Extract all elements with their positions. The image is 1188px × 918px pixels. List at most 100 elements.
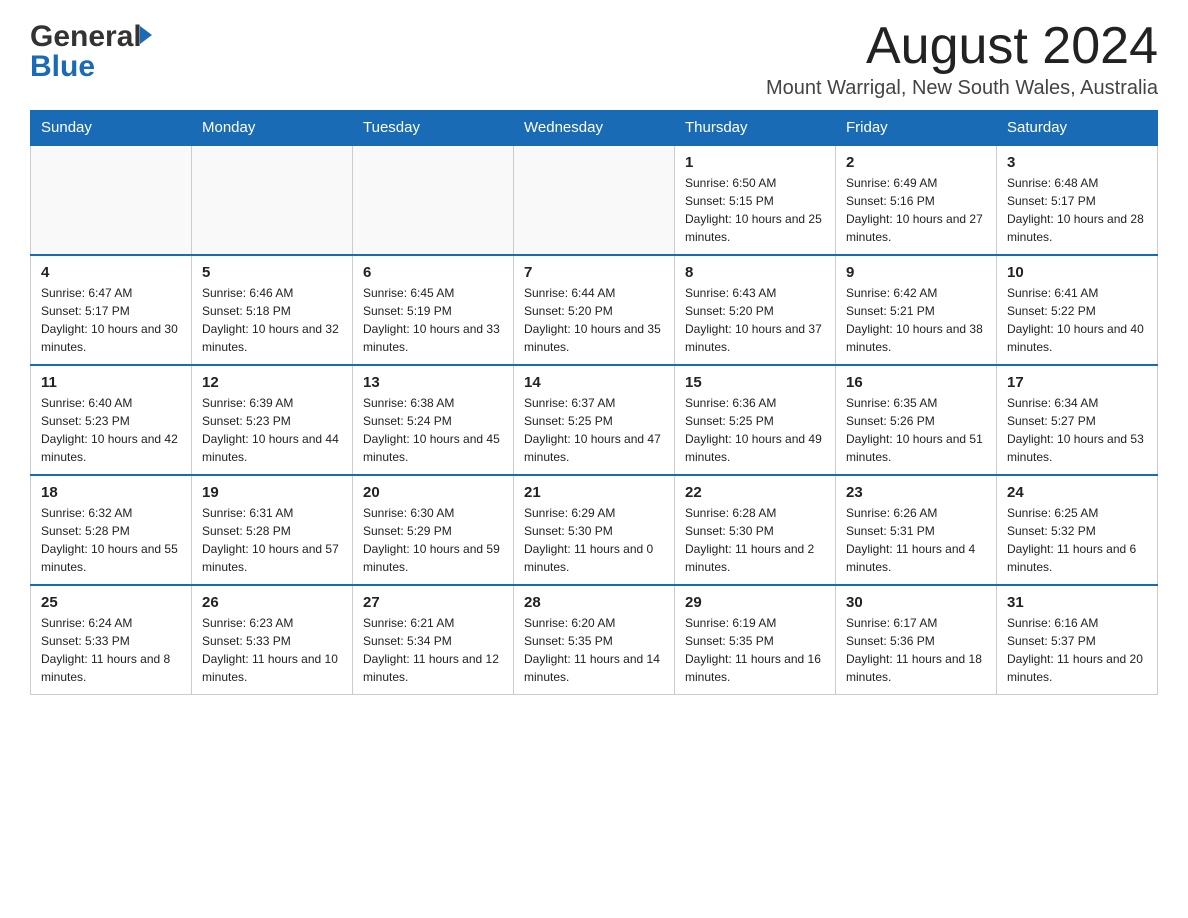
day-info: Sunrise: 6:42 AM Sunset: 5:21 PM Dayligh… (846, 284, 986, 356)
calendar-week-1: 1 Sunrise: 6:50 AM Sunset: 5:15 PM Daylig… (31, 145, 1158, 255)
calendar-header-wednesday: Wednesday (514, 111, 675, 146)
day-info: Sunrise: 6:24 AM Sunset: 5:33 PM Dayligh… (41, 614, 181, 686)
day-info: Sunrise: 6:20 AM Sunset: 5:35 PM Dayligh… (524, 614, 664, 686)
day-number: 9 (846, 264, 986, 281)
day-info: Sunrise: 6:34 AM Sunset: 5:27 PM Dayligh… (1007, 394, 1147, 466)
calendar-cell: 16 Sunrise: 6:35 AM Sunset: 5:26 PM Dayli… (836, 365, 997, 475)
day-info: Sunrise: 6:37 AM Sunset: 5:25 PM Dayligh… (524, 394, 664, 466)
calendar-week-4: 18 Sunrise: 6:32 AM Sunset: 5:28 PM Dayli… (31, 475, 1158, 585)
day-number: 16 (846, 374, 986, 391)
day-number: 5 (202, 264, 342, 281)
day-number: 31 (1007, 594, 1147, 611)
day-info: Sunrise: 6:49 AM Sunset: 5:16 PM Dayligh… (846, 174, 986, 246)
day-info: Sunrise: 6:32 AM Sunset: 5:28 PM Dayligh… (41, 504, 181, 576)
day-number: 3 (1007, 154, 1147, 171)
calendar-cell: 6 Sunrise: 6:45 AM Sunset: 5:19 PM Daylig… (353, 255, 514, 365)
day-info: Sunrise: 6:19 AM Sunset: 5:35 PM Dayligh… (685, 614, 825, 686)
calendar-cell (353, 145, 514, 255)
calendar-cell: 11 Sunrise: 6:40 AM Sunset: 5:23 PM Dayli… (31, 365, 192, 475)
day-number: 20 (363, 484, 503, 501)
day-info: Sunrise: 6:29 AM Sunset: 5:30 PM Dayligh… (524, 504, 664, 576)
day-info: Sunrise: 6:31 AM Sunset: 5:28 PM Dayligh… (202, 504, 342, 576)
day-info: Sunrise: 6:21 AM Sunset: 5:34 PM Dayligh… (363, 614, 503, 686)
calendar-cell: 24 Sunrise: 6:25 AM Sunset: 5:32 PM Dayli… (997, 475, 1158, 585)
calendar-header-thursday: Thursday (675, 111, 836, 146)
day-number: 24 (1007, 484, 1147, 501)
day-number: 14 (524, 374, 664, 391)
calendar-header-row: SundayMondayTuesdayWednesdayThursdayFrid… (31, 111, 1158, 146)
day-number: 19 (202, 484, 342, 501)
calendar-cell: 26 Sunrise: 6:23 AM Sunset: 5:33 PM Dayli… (192, 585, 353, 695)
calendar-cell: 23Sunrise: 6:26 AM Sunset: 5:31 PM Dayli… (836, 475, 997, 585)
day-info: Sunrise: 6:50 AM Sunset: 5:15 PM Dayligh… (685, 174, 825, 246)
calendar-cell (514, 145, 675, 255)
day-number: 27 (363, 594, 503, 611)
day-number: 18 (41, 484, 181, 501)
calendar-cell: 13 Sunrise: 6:38 AM Sunset: 5:24 PM Dayli… (353, 365, 514, 475)
day-info: Sunrise: 6:45 AM Sunset: 5:19 PM Dayligh… (363, 284, 503, 356)
calendar-cell (31, 145, 192, 255)
day-number: 13 (363, 374, 503, 391)
day-info: Sunrise: 6:46 AM Sunset: 5:18 PM Dayligh… (202, 284, 342, 356)
day-info: Sunrise: 6:28 AM Sunset: 5:30 PM Dayligh… (685, 504, 825, 576)
day-info: Sunrise: 6:35 AM Sunset: 5:26 PM Dayligh… (846, 394, 986, 466)
calendar-header-friday: Friday (836, 111, 997, 146)
calendar-cell: 8Sunrise: 6:43 AM Sunset: 5:20 PM Daylig… (675, 255, 836, 365)
location-title: Mount Warrigal, New South Wales, Austral… (766, 77, 1158, 100)
calendar-cell: 22 Sunrise: 6:28 AM Sunset: 5:30 PM Dayli… (675, 475, 836, 585)
calendar-cell: 30 Sunrise: 6:17 AM Sunset: 5:36 PM Dayli… (836, 585, 997, 695)
logo-blue-text: Blue (30, 50, 95, 84)
day-info: Sunrise: 6:47 AM Sunset: 5:17 PM Dayligh… (41, 284, 181, 356)
calendar-cell: 14 Sunrise: 6:37 AM Sunset: 5:25 PM Dayli… (514, 365, 675, 475)
day-number: 4 (41, 264, 181, 281)
day-number: 22 (685, 484, 825, 501)
calendar-header-sunday: Sunday (31, 111, 192, 146)
day-number: 28 (524, 594, 664, 611)
day-number: 15 (685, 374, 825, 391)
calendar-cell: 17Sunrise: 6:34 AM Sunset: 5:27 PM Dayli… (997, 365, 1158, 475)
calendar-cell: 9 Sunrise: 6:42 AM Sunset: 5:21 PM Daylig… (836, 255, 997, 365)
calendar-cell: 4 Sunrise: 6:47 AM Sunset: 5:17 PM Daylig… (31, 255, 192, 365)
day-info: Sunrise: 6:17 AM Sunset: 5:36 PM Dayligh… (846, 614, 986, 686)
day-info: Sunrise: 6:39 AM Sunset: 5:23 PM Dayligh… (202, 394, 342, 466)
month-title: August 2024 (766, 20, 1158, 72)
day-number: 1 (685, 154, 825, 171)
day-info: Sunrise: 6:30 AM Sunset: 5:29 PM Dayligh… (363, 504, 503, 576)
day-info: Sunrise: 6:38 AM Sunset: 5:24 PM Dayligh… (363, 394, 503, 466)
day-info: Sunrise: 6:25 AM Sunset: 5:32 PM Dayligh… (1007, 504, 1147, 576)
title-area: August 2024 Mount Warrigal, New South Wa… (766, 20, 1158, 100)
calendar-week-5: 25 Sunrise: 6:24 AM Sunset: 5:33 PM Dayli… (31, 585, 1158, 695)
day-info: Sunrise: 6:48 AM Sunset: 5:17 PM Dayligh… (1007, 174, 1147, 246)
day-info: Sunrise: 6:44 AM Sunset: 5:20 PM Dayligh… (524, 284, 664, 356)
day-number: 30 (846, 594, 986, 611)
day-info: Sunrise: 6:40 AM Sunset: 5:23 PM Dayligh… (41, 394, 181, 466)
day-number: 23 (846, 484, 986, 501)
day-number: 26 (202, 594, 342, 611)
logo-arrow-icon (140, 26, 152, 44)
logo-general-text: General (30, 20, 142, 54)
day-info: Sunrise: 6:23 AM Sunset: 5:33 PM Dayligh… (202, 614, 342, 686)
calendar-cell: 21Sunrise: 6:29 AM Sunset: 5:30 PM Dayli… (514, 475, 675, 585)
logo: General Blue (30, 20, 152, 84)
header: General Blue August 2024 Mount Warrigal,… (30, 20, 1158, 100)
calendar-cell: 31Sunrise: 6:16 AM Sunset: 5:37 PM Dayli… (997, 585, 1158, 695)
calendar-week-3: 11 Sunrise: 6:40 AM Sunset: 5:23 PM Dayli… (31, 365, 1158, 475)
calendar-header-tuesday: Tuesday (353, 111, 514, 146)
day-number: 11 (41, 374, 181, 391)
day-number: 2 (846, 154, 986, 171)
calendar-cell: 2 Sunrise: 6:49 AM Sunset: 5:16 PM Daylig… (836, 145, 997, 255)
calendar-cell: 3 Sunrise: 6:48 AM Sunset: 5:17 PM Daylig… (997, 145, 1158, 255)
calendar-cell: 5 Sunrise: 6:46 AM Sunset: 5:18 PM Daylig… (192, 255, 353, 365)
day-number: 12 (202, 374, 342, 391)
calendar-cell: 28 Sunrise: 6:20 AM Sunset: 5:35 PM Dayli… (514, 585, 675, 695)
calendar-cell (192, 145, 353, 255)
calendar-cell: 15Sunrise: 6:36 AM Sunset: 5:25 PM Dayli… (675, 365, 836, 475)
calendar-cell: 18 Sunrise: 6:32 AM Sunset: 5:28 PM Dayli… (31, 475, 192, 585)
calendar-cell: 27 Sunrise: 6:21 AM Sunset: 5:34 PM Dayli… (353, 585, 514, 695)
day-number: 25 (41, 594, 181, 611)
calendar-cell: 12 Sunrise: 6:39 AM Sunset: 5:23 PM Dayli… (192, 365, 353, 475)
day-number: 6 (363, 264, 503, 281)
day-number: 8 (685, 264, 825, 281)
calendar-cell: 10Sunrise: 6:41 AM Sunset: 5:22 PM Dayli… (997, 255, 1158, 365)
calendar: SundayMondayTuesdayWednesdayThursdayFrid… (30, 110, 1158, 695)
